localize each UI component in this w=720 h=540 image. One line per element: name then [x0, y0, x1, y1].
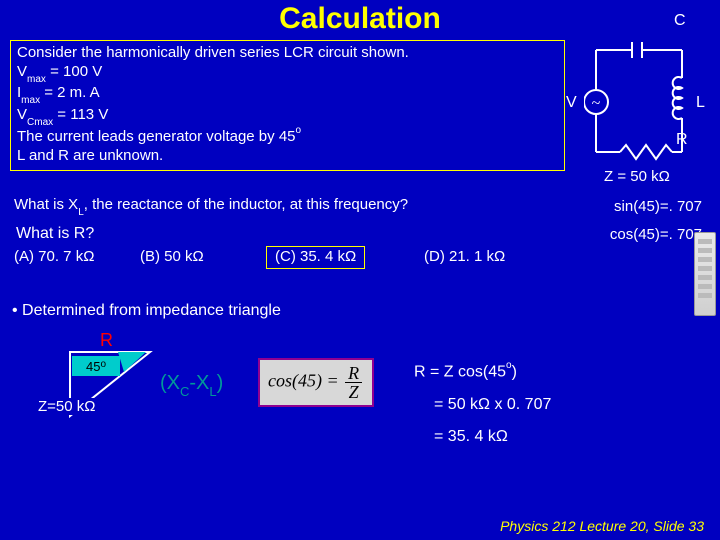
label-r: R: [676, 131, 688, 149]
text: = 100 V: [46, 63, 102, 80]
text: R = Z cos(45: [414, 363, 506, 380]
xc-minus-xl: (XC-XL): [160, 372, 223, 397]
label-l: L: [696, 94, 705, 112]
superscript: o: [506, 360, 512, 371]
problem-statement: Consider the harmonically driven series …: [10, 40, 565, 171]
text: V: [17, 63, 27, 80]
text: (X: [160, 372, 180, 394]
label-z: Z = 50 kΩ: [604, 168, 670, 185]
trig-sin: sin(45)=. 707: [614, 198, 702, 215]
text: cos(45) =: [268, 371, 343, 391]
option-b: (B) 50 kΩ: [140, 248, 204, 265]
page-title: Calculation: [0, 0, 720, 36]
text: ): [512, 363, 517, 380]
superscript: o: [100, 359, 106, 370]
problem-line: Vmax = 100 V: [17, 63, 558, 85]
problem-line: L and R are unknown.: [17, 147, 558, 166]
subscript: max: [21, 95, 40, 106]
text: = 113 V: [53, 106, 108, 123]
option-d: (D) 21. 1 kΩ: [424, 248, 505, 265]
subscript: Cmax: [27, 117, 53, 128]
label-v: V: [566, 94, 577, 112]
trig-cos: cos(45)=. 707: [610, 226, 702, 243]
question-r: What is R?: [16, 225, 94, 243]
text: -X: [189, 372, 209, 394]
note-determined: • Determined from impedance triangle: [12, 302, 281, 320]
text: ): [217, 372, 224, 394]
text: The current leads generator voltage by 4…: [17, 128, 296, 145]
lcr-circuit-diagram: ~ C V L R Z = 50 kΩ: [584, 40, 702, 190]
triangle-label-z: Z=50 kΩ: [36, 398, 98, 415]
triangle-angle: 45o: [72, 356, 120, 376]
text: , the reactance of the inductor, at this…: [84, 196, 408, 213]
problem-line: Imax = 2 m. A: [17, 84, 558, 106]
numerator: R: [345, 364, 362, 383]
triangle-label-r: R: [100, 330, 113, 351]
work-line-2: = 50 kΩ x 0. 707: [434, 396, 551, 414]
clicker-remote-icon: [694, 232, 716, 316]
text: V: [17, 106, 27, 123]
text: 45: [86, 359, 100, 374]
option-a: (A) 70. 7 kΩ: [14, 248, 94, 265]
fraction: R Z: [343, 364, 364, 401]
cos-formula-box: cos(45) = R Z: [258, 358, 374, 407]
work-line-3: = 35. 4 kΩ: [434, 428, 508, 446]
problem-line: Consider the harmonically driven series …: [17, 44, 558, 63]
denominator: Z: [345, 383, 362, 401]
subscript: C: [180, 384, 189, 399]
work-line-1: R = Z cos(45o): [414, 362, 517, 381]
text: = 2 m. A: [40, 84, 100, 101]
option-c-selected: (C) 35. 4 kΩ: [266, 246, 365, 269]
subscript: max: [27, 74, 46, 85]
slide-footer: Physics 212 Lecture 20, Slide 33: [500, 518, 704, 534]
subscript: L: [209, 384, 216, 399]
circuit-svg: ~: [584, 40, 702, 170]
problem-line: The current leads generator voltage by 4…: [17, 127, 558, 147]
subscript: L: [78, 207, 84, 218]
question-xl: What is XL, the reactance of the inducto…: [14, 196, 408, 216]
ac-source-icon: ~: [592, 95, 601, 112]
text: What is X: [14, 196, 78, 213]
superscript: o: [296, 125, 302, 136]
label-c: C: [674, 12, 686, 30]
problem-line: VCmax = 113 V: [17, 106, 558, 128]
